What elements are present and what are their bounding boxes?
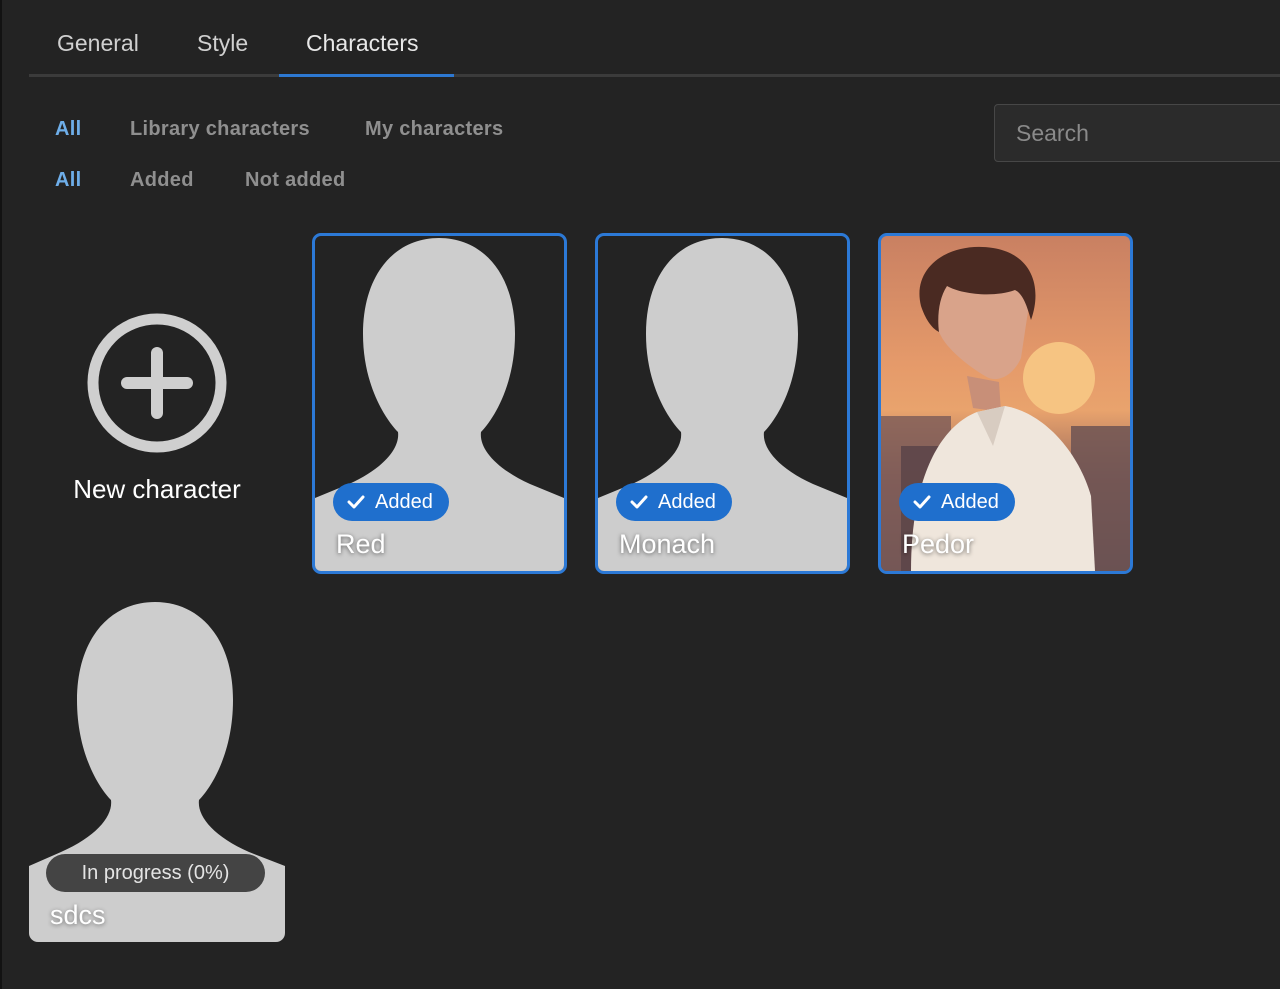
window-edge (0, 0, 2, 989)
new-character-button[interactable]: New character (40, 300, 274, 520)
search-box (994, 104, 1280, 162)
added-badge: Added (333, 483, 449, 521)
checkmark-icon (630, 495, 648, 509)
filter-my-characters[interactable]: My characters (365, 118, 503, 141)
badge-label: Added (941, 490, 999, 513)
character-card-monach[interactable]: Added Monach (595, 233, 850, 574)
character-name: Pedor (902, 529, 975, 559)
search-input[interactable] (995, 105, 1280, 161)
tab-style[interactable]: Style (197, 30, 248, 57)
character-name: sdcs (50, 900, 106, 930)
character-card-sdcs[interactable]: In progress (0%) sdcs (29, 600, 285, 942)
active-tab-indicator (279, 74, 454, 77)
badge-label: Added (658, 490, 716, 513)
character-name: Red (336, 529, 386, 559)
checkmark-icon (347, 495, 365, 509)
plus-circle-icon (87, 313, 227, 453)
character-card-pedor[interactable]: Added Pedor (878, 233, 1133, 574)
progress-status: In progress (0%) (46, 854, 265, 892)
checkmark-icon (913, 495, 931, 509)
filter-library-characters[interactable]: Library characters (130, 118, 310, 141)
tab-general[interactable]: General (57, 30, 139, 57)
added-badge: Added (899, 483, 1015, 521)
filter-status-all[interactable]: All (55, 169, 81, 192)
tab-bar: General Style Characters (29, 0, 1280, 77)
tab-characters[interactable]: Characters (306, 30, 418, 57)
badge-label: Added (375, 490, 433, 513)
filter-added[interactable]: Added (130, 169, 194, 192)
character-name: Monach (619, 529, 716, 559)
added-badge: Added (616, 483, 732, 521)
new-character-label: New character (73, 474, 241, 504)
filter-source-all[interactable]: All (55, 118, 81, 141)
filter-not-added[interactable]: Not added (245, 169, 345, 192)
character-card-red[interactable]: Added Red (312, 233, 567, 574)
